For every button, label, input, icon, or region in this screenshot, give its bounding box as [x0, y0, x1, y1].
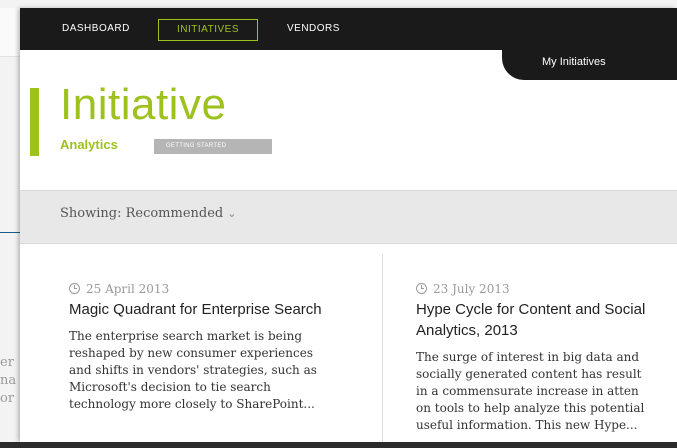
- card-description-line: in a commensurate increase in atten: [416, 384, 639, 398]
- title-accent-bar: [30, 88, 39, 156]
- clock-icon: [416, 283, 427, 294]
- card-title[interactable]: Magic Quadrant for Enterprise Search: [69, 299, 369, 320]
- research-card[interactable]: 25 April 2013 Magic Quadrant for Enterpr…: [69, 281, 369, 413]
- filter-bar: Showing: Recommended ⌄: [20, 190, 677, 244]
- chevron-down-icon: ⌄: [227, 207, 237, 220]
- card-date-text: 25 April 2013: [86, 282, 170, 296]
- page-subtitle: Analytics: [60, 137, 118, 152]
- card-description-line: Microsoft's decision to tie search: [69, 380, 271, 394]
- top-navigation: DASHBOARD INITIATIVES VENDORS: [20, 8, 677, 50]
- card-date-text: 23 July 2013: [433, 282, 510, 296]
- background-text-fragment: na: [0, 373, 17, 388]
- nav-initiatives[interactable]: INITIATIVES: [158, 19, 258, 41]
- card-title-line: Hype Cycle for Content and Social: [416, 301, 646, 318]
- card-description-line: The surge of interest in big data and: [416, 350, 640, 364]
- nav-dashboard[interactable]: DASHBOARD: [56, 19, 136, 39]
- card-description-line: technology more closely to SharePoint...: [69, 397, 315, 411]
- card-description-line: The enterprise search market is being: [69, 329, 303, 343]
- card-description-line: useful information. This new Hype...: [416, 418, 638, 432]
- card-description: The enterprise search market is being re…: [69, 328, 369, 413]
- card-description: The surge of interest in big data and so…: [416, 349, 677, 434]
- card-title-line: Analytics, 2013: [416, 322, 518, 339]
- background-divider-line: [0, 232, 20, 233]
- research-card[interactable]: 23 July 2013 Hype Cycle for Content and …: [416, 281, 677, 434]
- initiative-window: DASHBOARD INITIATIVES VENDORS My Initiat…: [20, 8, 677, 442]
- getting-started-badge[interactable]: GETTING STARTED: [154, 139, 272, 154]
- showing-filter-dropdown[interactable]: Showing: Recommended ⌄: [60, 206, 236, 221]
- my-initiatives-label: My Initiatives: [542, 56, 606, 68]
- card-description-line: and shifts in vendors' strategies, such …: [69, 363, 317, 377]
- card-divider: [382, 254, 383, 442]
- nav-vendors[interactable]: VENDORS: [281, 19, 346, 39]
- card-description-line: on tools to help analyze this potential: [416, 401, 645, 415]
- card-date: 25 April 2013: [69, 281, 369, 297]
- card-description-line: reshaped by new consumer experiences: [69, 346, 313, 360]
- card-description-line: socially generated content has result: [416, 367, 642, 381]
- card-title-line: Magic Quadrant for Enterprise Search: [69, 301, 322, 318]
- card-title[interactable]: Hype Cycle for Content and Social Analyt…: [416, 299, 677, 341]
- card-date: 23 July 2013: [416, 281, 677, 297]
- window-bottom-edge: [0, 442, 677, 448]
- filter-label-text: Showing: Recommended: [60, 206, 224, 221]
- clock-icon: [69, 283, 80, 294]
- background-text-fragment: er: [0, 355, 14, 370]
- my-initiatives-tab[interactable]: My Initiatives: [502, 50, 677, 80]
- page-title: Initiative: [60, 80, 227, 129]
- background-text-fragment: or: [0, 391, 15, 406]
